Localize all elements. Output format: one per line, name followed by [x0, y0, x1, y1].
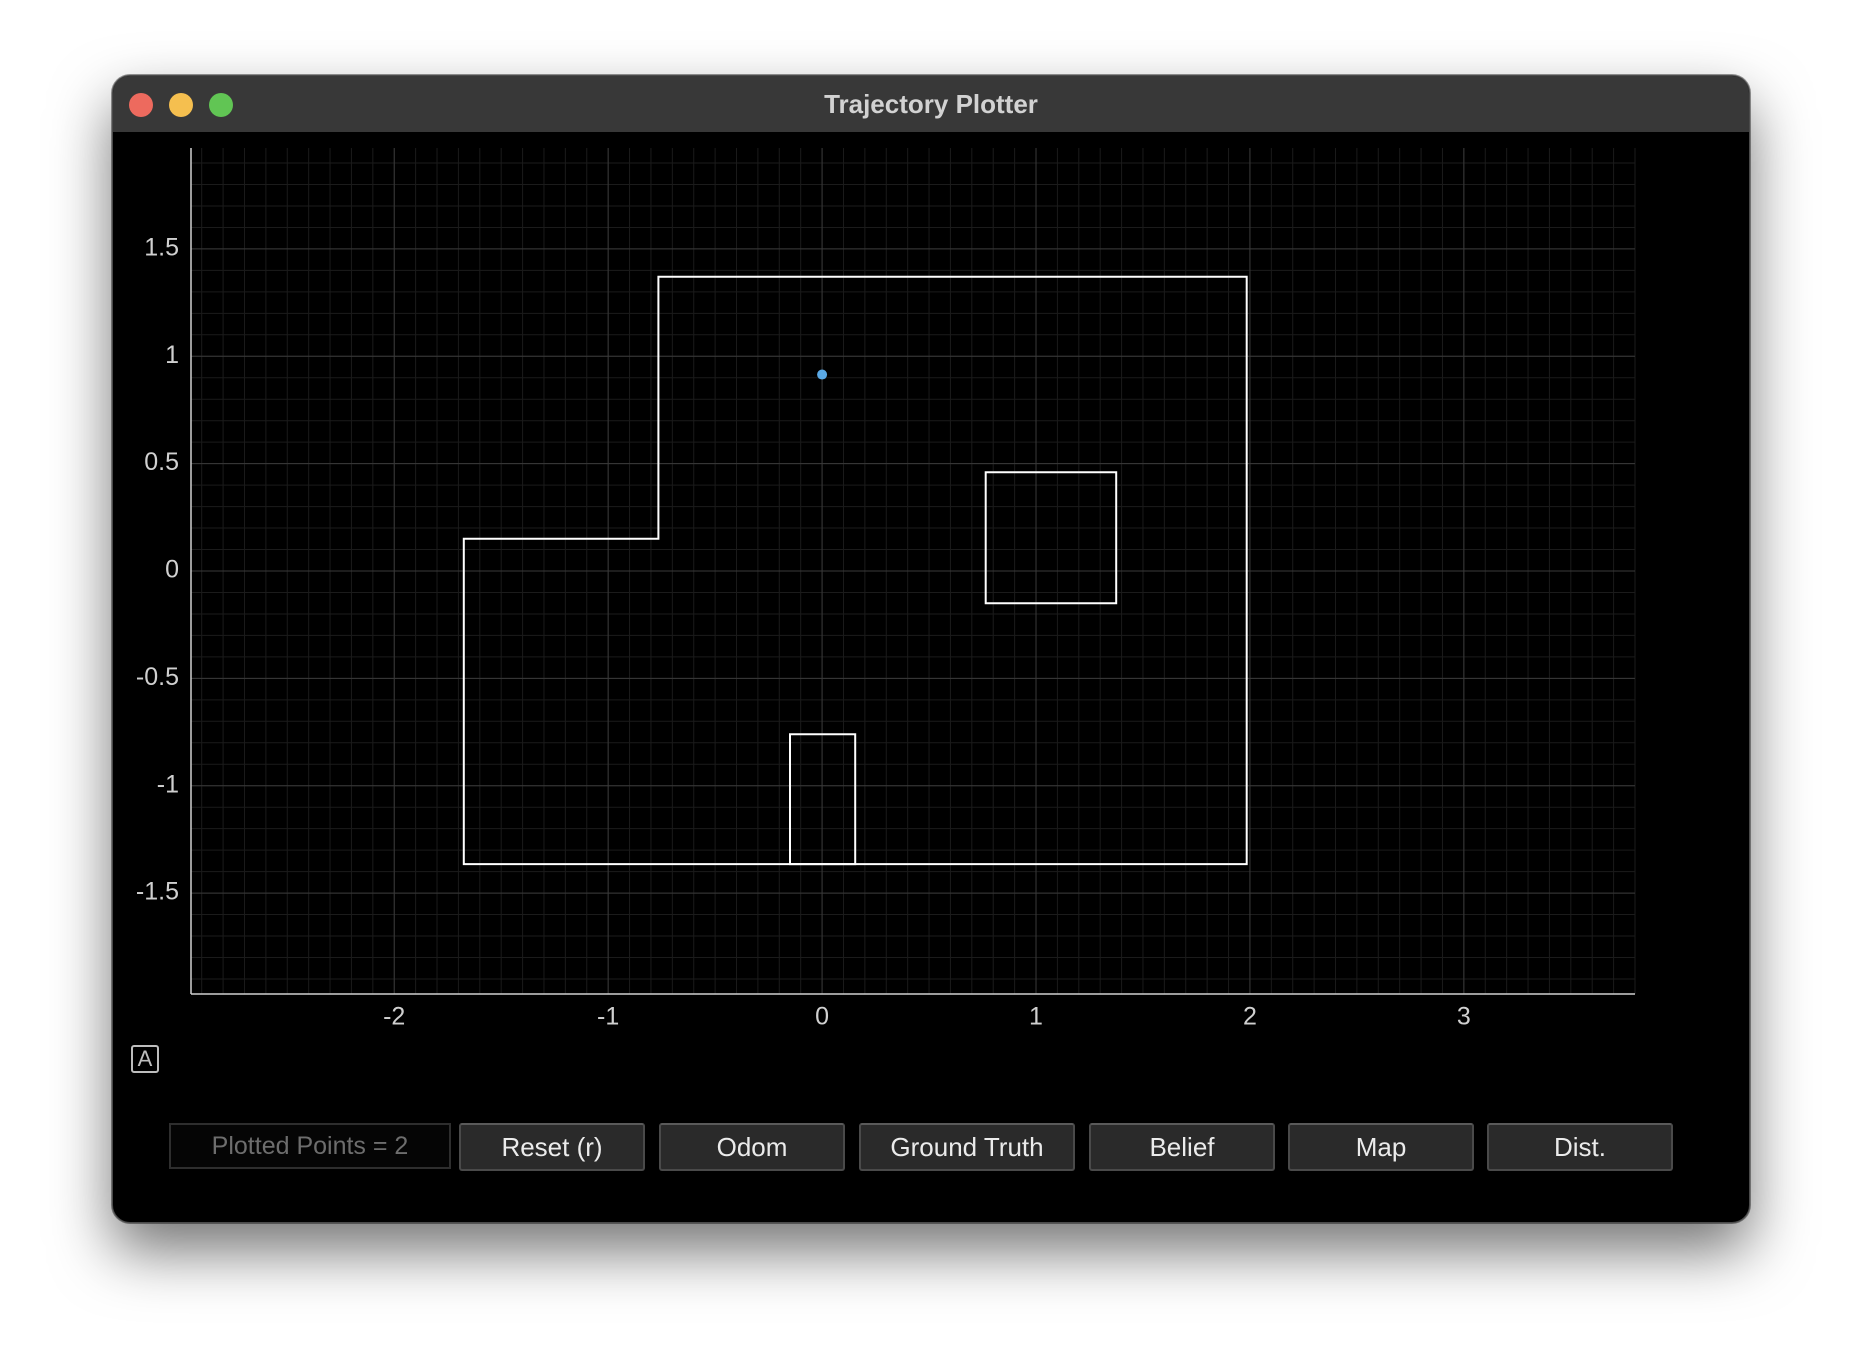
x-tick-label: -1	[597, 1003, 619, 1031]
reset-button[interactable]: Reset (r)	[459, 1123, 645, 1171]
y-tick-label: -1	[157, 770, 179, 798]
y-tick-label: 0	[165, 556, 179, 584]
title-bar[interactable]: Trajectory Plotter	[113, 76, 1749, 133]
map-button[interactable]: Map	[1288, 1123, 1474, 1171]
x-tick-label: 2	[1243, 1003, 1257, 1031]
y-tick-label: 0.5	[144, 448, 179, 476]
odom-button[interactable]: Odom	[659, 1123, 845, 1171]
belief-button[interactable]: Belief	[1089, 1123, 1275, 1171]
trajectory-plot[interactable]: -2 -1 0 1 2 3 1.5 1 0.5 0 -0.5 -1 -1.5	[113, 132, 1749, 1132]
plotted-point	[817, 369, 828, 380]
y-tick-label: 1	[165, 341, 179, 369]
points-layer	[817, 369, 828, 380]
plotted-points-field: Plotted Points = 2	[169, 1123, 451, 1169]
plot-background	[113, 132, 1749, 1132]
x-tick-label: 3	[1457, 1003, 1471, 1031]
x-tick-label: 0	[815, 1003, 829, 1031]
x-tick-label: 1	[1029, 1003, 1043, 1031]
x-tick-label: -2	[383, 1003, 405, 1031]
y-tick-label: -1.5	[136, 878, 179, 906]
autoscale-icon[interactable]: A	[131, 1045, 159, 1073]
y-tick-label: 1.5	[144, 234, 179, 262]
control-bar: Plotted Points = 2 Reset (r) Odom Ground…	[113, 1123, 1749, 1171]
dist-button[interactable]: Dist.	[1487, 1123, 1673, 1171]
ground-truth-button[interactable]: Ground Truth	[859, 1123, 1075, 1171]
trajectory-plotter-window: Trajectory Plotter -2 -1 0 1 2 3 1.5 1 0.5 0 -0.5…	[112, 75, 1750, 1223]
y-tick-label: -0.5	[136, 663, 179, 691]
window-title: Trajectory Plotter	[824, 89, 1038, 119]
